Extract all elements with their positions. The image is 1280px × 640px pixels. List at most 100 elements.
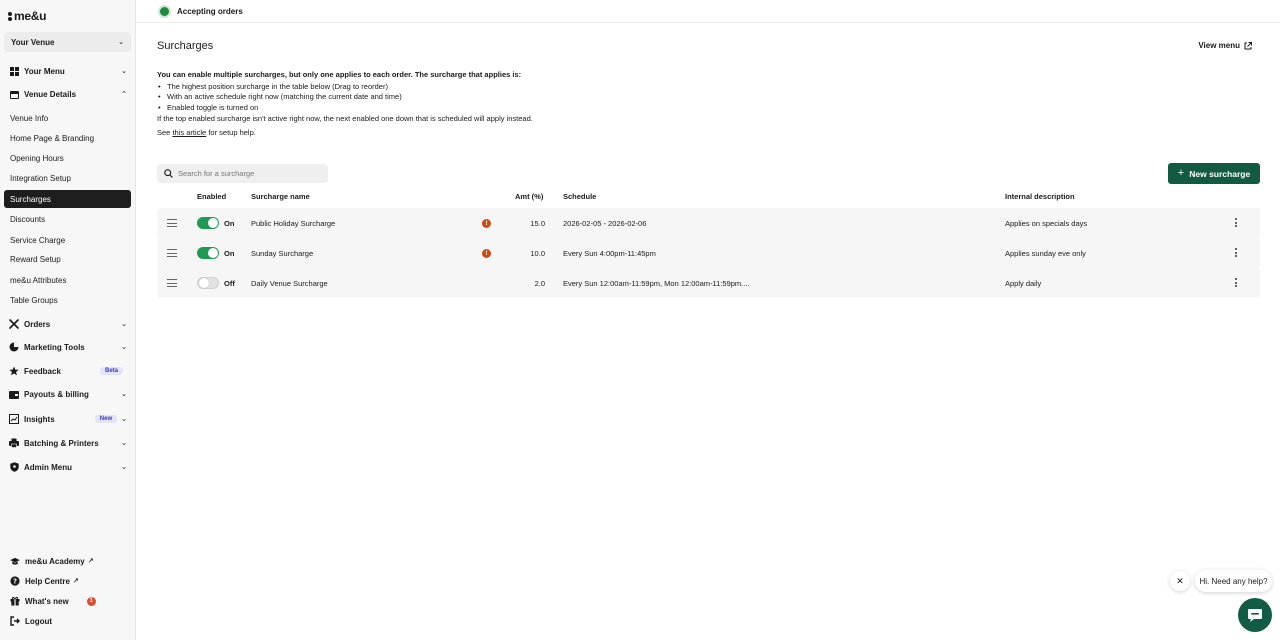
venue-select-label: Your Venue xyxy=(11,37,55,47)
surcharge-name: Public Holiday Surcharge xyxy=(251,219,336,228)
sidebar-item-label: Venue Info xyxy=(10,113,49,123)
table-row[interactable]: Off Daily Venue Surcharge 2.0 Every Sun … xyxy=(157,268,1260,298)
sidebar-item-discounts[interactable]: Discounts xyxy=(4,210,131,228)
sidebar-item-service-charge[interactable]: Service Charge xyxy=(4,231,131,249)
sidebar-item-academy[interactable]: me&u Academy ↗ xyxy=(0,552,136,570)
sidebar-item-label: Service Charge xyxy=(10,235,66,245)
warning-icon[interactable]: ! xyxy=(482,249,491,258)
sidebar-item-meu-attributes[interactable]: me&u Attributes xyxy=(4,271,131,289)
graduation-cap-icon xyxy=(10,556,20,566)
wallet-icon xyxy=(9,389,19,399)
table-row[interactable]: On Public Holiday Surcharge ! 15.0 2026-… xyxy=(157,208,1260,238)
order-status-text[interactable]: Accepting orders xyxy=(177,7,243,16)
logo-dots-icon xyxy=(8,11,12,21)
sidebar-item-label: Table Groups xyxy=(10,295,58,305)
sidebar-item-label: Surcharges xyxy=(10,194,51,204)
chart-icon xyxy=(9,414,19,424)
nav-group-admin-menu[interactable]: Admin Menu ⌄ xyxy=(0,457,136,477)
page-title: Surcharges xyxy=(157,40,214,52)
close-help-button[interactable]: ✕ xyxy=(1170,571,1190,591)
nav-group-your-menu[interactable]: Your Menu ⌄ xyxy=(0,61,136,81)
surcharge-amount: 10.0 xyxy=(530,249,545,258)
search-box[interactable] xyxy=(157,164,328,183)
enabled-state: Off xyxy=(224,279,235,288)
logo-text: me&u xyxy=(14,9,47,23)
surcharge-schedule: Every Sun 12:00am-11:59pm, Mon 12:00am-1… xyxy=(563,279,750,288)
star-icon xyxy=(9,366,19,376)
more-options-icon[interactable] xyxy=(1235,248,1237,257)
sidebar-item-label: What's new xyxy=(25,596,69,606)
more-options-icon[interactable] xyxy=(1235,218,1237,227)
warning-icon[interactable]: ! xyxy=(482,219,491,228)
nav-group-label: Batching & Printers xyxy=(24,438,99,448)
logout-icon xyxy=(10,616,20,626)
view-menu-link[interactable]: View menu xyxy=(1198,41,1252,50)
nav-group-orders[interactable]: Orders ⌄ xyxy=(0,314,136,334)
chevron-down-icon: ⌄ xyxy=(121,416,127,423)
sidebar-item-label: Opening Hours xyxy=(10,153,64,163)
top-bar: Accepting orders xyxy=(136,0,1280,23)
sidebar-item-table-groups[interactable]: Table Groups xyxy=(4,291,131,309)
chevron-down-icon: ⌄ xyxy=(121,344,127,351)
enabled-toggle[interactable] xyxy=(197,247,219,259)
sidebar-item-surcharges[interactable]: Surcharges xyxy=(4,190,131,208)
sidebar-item-integration-setup[interactable]: Integration Setup xyxy=(4,169,131,187)
printer-icon xyxy=(9,438,19,448)
header-enabled: Enabled xyxy=(197,192,227,201)
nav-group-marketing-tools[interactable]: Marketing Tools ⌄ xyxy=(0,337,136,357)
nav-group-label: Admin Menu xyxy=(24,462,72,472)
enabled-state: On xyxy=(224,249,235,258)
calendar-icon xyxy=(9,89,19,99)
sidebar-item-logout[interactable]: Logout xyxy=(0,612,136,630)
sidebar-item-venue-info[interactable]: Venue Info xyxy=(4,109,131,127)
sidebar-item-label: Home Page & Branding xyxy=(10,133,95,143)
status-dot-icon xyxy=(158,4,171,18)
sidebar-item-label: me&u Academy xyxy=(25,556,85,566)
nav-group-payouts-billing[interactable]: Payouts & billing ⌄ xyxy=(0,384,136,404)
nav-group-label: Insights xyxy=(24,414,55,424)
see-article-line: See this article for setup help. xyxy=(157,128,857,139)
sidebar-item-label: Help Centre xyxy=(25,576,70,586)
drag-handle-icon[interactable] xyxy=(167,249,177,257)
venue-select[interactable]: Your Venue ⌄ xyxy=(4,32,131,52)
help-icon: ? xyxy=(10,576,20,586)
notification-count-badge: 1 xyxy=(86,596,96,606)
table-header: Enabled Surcharge name Amt (%) Schedule … xyxy=(157,189,1260,205)
cutlery-icon xyxy=(9,319,19,329)
external-link-icon xyxy=(1244,41,1252,49)
search-input[interactable] xyxy=(178,169,318,178)
intro-fallback: If the top enabled surcharge isn't activ… xyxy=(157,114,533,123)
sidebar-item-home-page-branding[interactable]: Home Page & Branding xyxy=(4,129,131,147)
nav-group-venue-details[interactable]: Venue Details ⌃ xyxy=(0,84,136,104)
surcharge-amount: 2.0 xyxy=(534,279,545,288)
surcharge-schedule: 2026-02-05 - 2026-02-06 xyxy=(563,219,647,228)
sidebar-item-label: me&u Attributes xyxy=(10,275,67,285)
brand-logo[interactable]: me&u xyxy=(8,9,46,23)
sidebar-item-opening-hours[interactable]: Opening Hours xyxy=(4,149,131,167)
new-surcharge-button[interactable]: + New surcharge xyxy=(1168,163,1260,184)
chat-launcher-button[interactable] xyxy=(1238,598,1272,632)
internal-description: Applies on specials days xyxy=(1005,219,1088,228)
enabled-toggle[interactable] xyxy=(197,217,219,229)
enabled-state: On xyxy=(224,219,235,228)
sidebar-item-whats-new[interactable]: What's new 1 xyxy=(0,592,136,610)
drag-handle-icon[interactable] xyxy=(167,219,177,227)
enabled-toggle[interactable] xyxy=(197,277,219,289)
nav-group-insights[interactable]: Insights New ⌄ xyxy=(0,409,136,429)
search-icon xyxy=(164,169,173,178)
nav-group-batching-printers[interactable]: Batching & Printers ⌄ xyxy=(0,433,136,453)
sidebar-item-help-centre[interactable]: ? Help Centre ↗ xyxy=(0,572,136,590)
more-options-icon[interactable] xyxy=(1235,278,1237,287)
help-message-bubble[interactable]: Hi. Need any help? xyxy=(1195,570,1272,592)
nav-group-feedback[interactable]: Feedback Beta xyxy=(0,361,136,381)
drag-handle-icon[interactable] xyxy=(167,279,177,287)
sidebar-item-reward-setup[interactable]: Reward Setup xyxy=(4,250,131,268)
table-row[interactable]: On Sunday Surcharge ! 10.0 Every Sun 4:0… xyxy=(157,238,1260,268)
help-message-text: Hi. Need any help? xyxy=(1199,576,1268,586)
plus-icon: + xyxy=(1177,167,1185,179)
article-link[interactable]: this article xyxy=(172,128,206,137)
chevron-down-icon: ⌄ xyxy=(121,321,127,328)
surcharge-amount: 15.0 xyxy=(530,219,545,228)
header-internal-description: Internal description xyxy=(1005,192,1075,201)
view-menu-label: View menu xyxy=(1198,41,1240,50)
